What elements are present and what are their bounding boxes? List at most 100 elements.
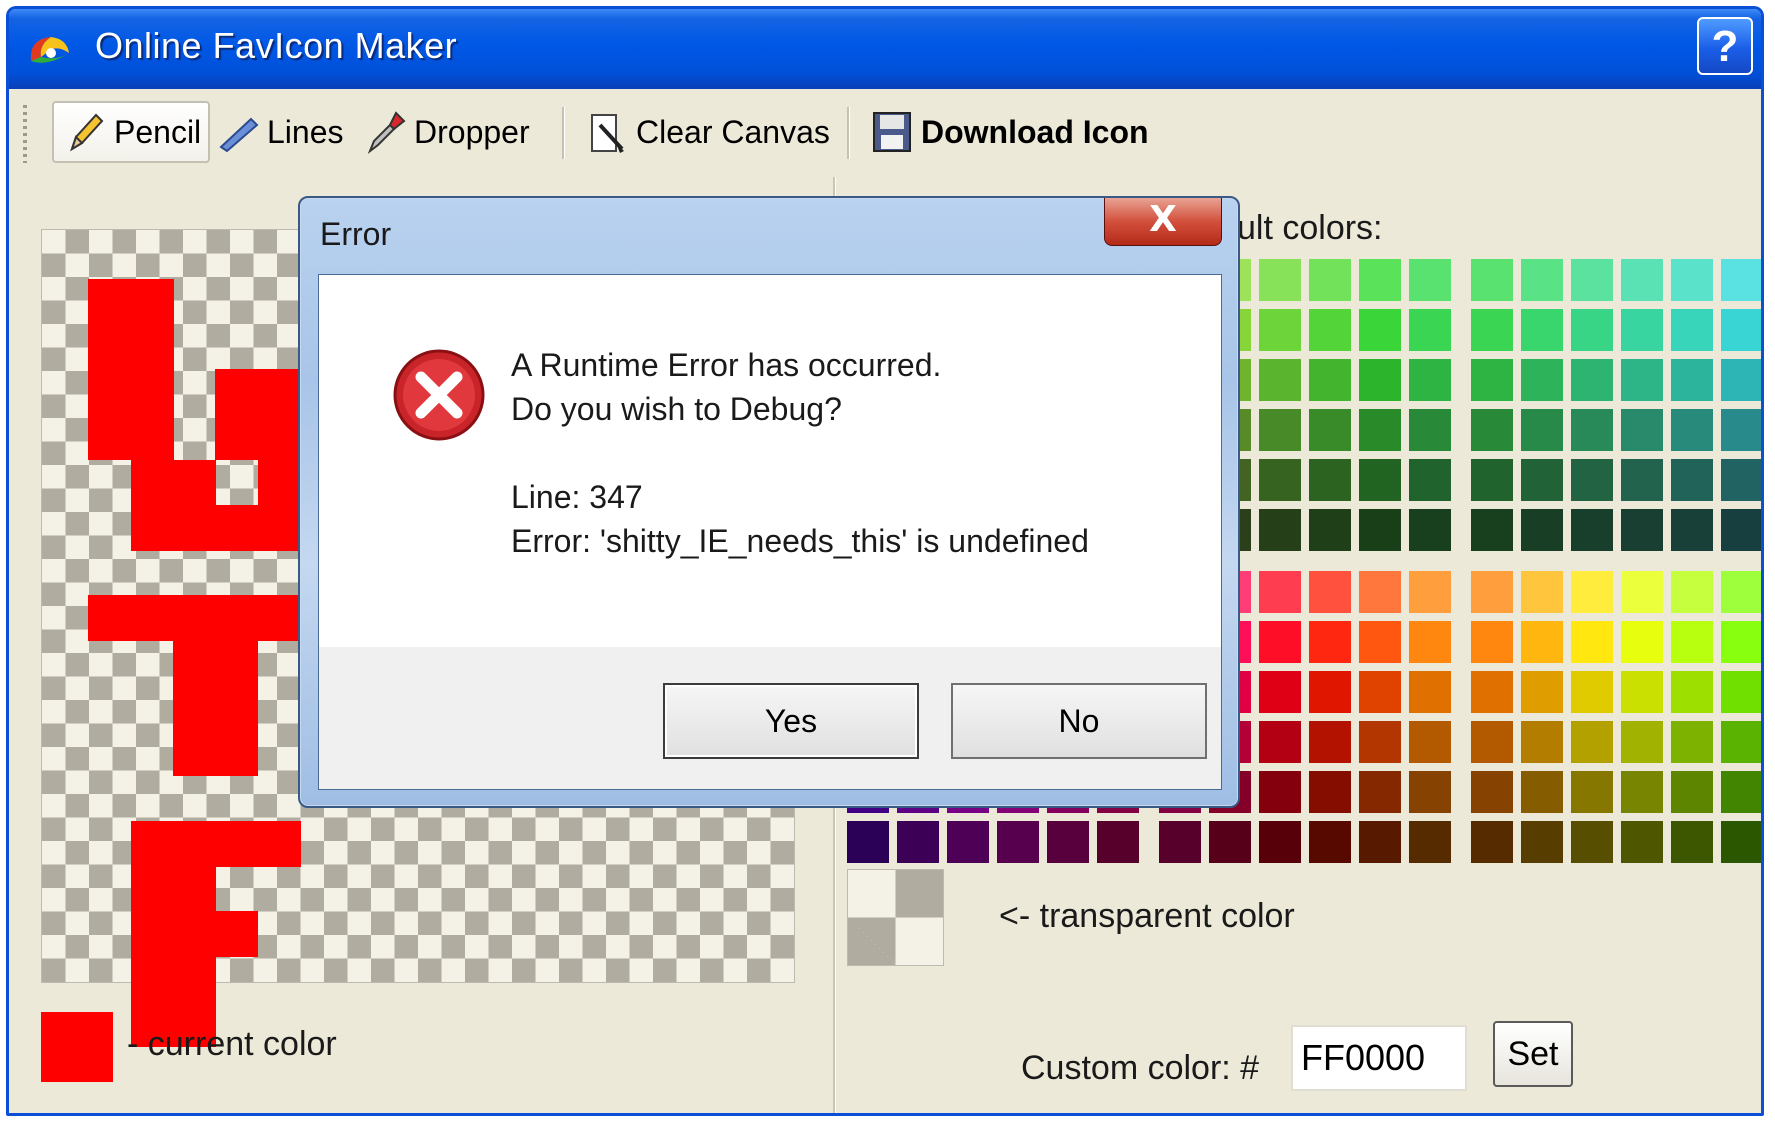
palette-color-cell[interactable]	[1671, 359, 1713, 401]
palette-color-cell[interactable]	[1471, 671, 1513, 713]
toolbar-grip[interactable]	[23, 105, 27, 163]
palette-color-cell[interactable]	[1721, 671, 1761, 713]
palette-color-cell[interactable]	[1521, 259, 1563, 301]
palette-color-cell[interactable]	[1409, 571, 1451, 613]
palette-color-cell[interactable]	[1409, 359, 1451, 401]
custom-color-input[interactable]	[1291, 1025, 1467, 1091]
palette-color-cell[interactable]	[1409, 721, 1451, 763]
palette-color-cell[interactable]	[1359, 259, 1401, 301]
palette-color-cell[interactable]	[1521, 771, 1563, 813]
palette-color-cell[interactable]	[1621, 671, 1663, 713]
palette-color-cell[interactable]	[1309, 259, 1351, 301]
palette-color-cell[interactable]	[1259, 671, 1301, 713]
palette-color-cell[interactable]	[1309, 671, 1351, 713]
palette-color-cell[interactable]	[1159, 821, 1201, 863]
palette-color-cell[interactable]	[1359, 821, 1401, 863]
palette-color-cell[interactable]	[1721, 509, 1761, 551]
palette-color-cell[interactable]	[1521, 509, 1563, 551]
set-color-button[interactable]: Set	[1493, 1021, 1573, 1087]
title-bar[interactable]: Online FavIcon Maker ?	[9, 9, 1761, 89]
palette-color-cell[interactable]	[1359, 721, 1401, 763]
palette-color-cell[interactable]	[1471, 621, 1513, 663]
no-button[interactable]: No	[951, 683, 1207, 759]
palette-color-cell[interactable]	[1721, 621, 1761, 663]
palette-color-cell[interactable]	[1409, 309, 1451, 351]
palette-color-cell[interactable]	[1571, 771, 1613, 813]
palette-color-cell[interactable]	[1097, 821, 1139, 863]
palette-color-cell[interactable]	[1721, 409, 1761, 451]
palette-color-cell[interactable]	[1259, 821, 1301, 863]
palette-color-cell[interactable]	[1671, 509, 1713, 551]
palette-color-cell[interactable]	[1409, 409, 1451, 451]
palette-color-cell[interactable]	[1621, 309, 1663, 351]
palette-color-cell[interactable]	[1721, 259, 1761, 301]
palette-color-cell[interactable]	[947, 821, 989, 863]
palette-color-cell[interactable]	[1521, 409, 1563, 451]
palette-color-cell[interactable]	[1621, 459, 1663, 501]
palette-color-cell[interactable]	[1571, 721, 1613, 763]
palette-color-cell[interactable]	[1521, 821, 1563, 863]
palette-color-cell[interactable]	[1571, 821, 1613, 863]
palette-color-cell[interactable]	[1471, 771, 1513, 813]
dialog-close-button[interactable]: X	[1104, 198, 1222, 246]
palette-color-cell[interactable]	[1621, 359, 1663, 401]
palette-color-cell[interactable]	[1721, 309, 1761, 351]
yes-button[interactable]: Yes	[663, 683, 919, 759]
palette-color-cell[interactable]	[1359, 571, 1401, 613]
palette-color-cell[interactable]	[1521, 721, 1563, 763]
palette-color-cell[interactable]	[1471, 821, 1513, 863]
palette-color-cell[interactable]	[847, 821, 889, 863]
download-icon-button[interactable]: Download Icon	[871, 101, 1149, 163]
palette-color-cell[interactable]	[1259, 309, 1301, 351]
palette-color-cell[interactable]	[1621, 509, 1663, 551]
palette-color-cell[interactable]	[1571, 509, 1613, 551]
palette-color-cell[interactable]	[1259, 409, 1301, 451]
palette-color-cell[interactable]	[1521, 459, 1563, 501]
palette-color-cell[interactable]	[1671, 409, 1713, 451]
palette-color-cell[interactable]	[1621, 409, 1663, 451]
palette-color-cell[interactable]	[1571, 671, 1613, 713]
palette-color-cell[interactable]	[1721, 459, 1761, 501]
palette-color-cell[interactable]	[1471, 459, 1513, 501]
palette-color-cell[interactable]	[1671, 621, 1713, 663]
palette-color-cell[interactable]	[1721, 571, 1761, 613]
palette-color-cell[interactable]	[997, 821, 1039, 863]
palette-color-cell[interactable]	[1409, 671, 1451, 713]
palette-color-cell[interactable]	[1721, 721, 1761, 763]
palette-color-cell[interactable]	[1359, 771, 1401, 813]
palette-color-cell[interactable]	[1621, 721, 1663, 763]
palette-color-cell[interactable]	[1571, 621, 1613, 663]
palette-color-cell[interactable]	[1359, 409, 1401, 451]
palette-color-cell[interactable]	[1409, 259, 1451, 301]
palette-color-cell[interactable]	[1671, 309, 1713, 351]
palette-color-cell[interactable]	[1259, 509, 1301, 551]
palette-color-cell[interactable]	[1309, 621, 1351, 663]
palette-color-cell[interactable]	[1521, 359, 1563, 401]
palette-color-cell[interactable]	[1409, 459, 1451, 501]
palette-color-cell[interactable]	[1209, 821, 1251, 863]
palette-color-cell[interactable]	[1621, 259, 1663, 301]
palette-color-cell[interactable]	[1309, 721, 1351, 763]
palette-color-cell[interactable]	[1471, 309, 1513, 351]
palette-color-cell[interactable]	[1571, 571, 1613, 613]
palette-color-cell[interactable]	[1621, 771, 1663, 813]
palette-color-cell[interactable]	[1047, 821, 1089, 863]
palette-color-cell[interactable]	[1359, 621, 1401, 663]
palette-color-cell[interactable]	[1471, 721, 1513, 763]
palette-color-cell[interactable]	[1721, 771, 1761, 813]
palette-color-cell[interactable]	[1259, 459, 1301, 501]
palette-color-cell[interactable]	[1409, 821, 1451, 863]
palette-color-cell[interactable]	[1621, 571, 1663, 613]
palette-color-cell[interactable]	[1571, 459, 1613, 501]
palette-color-cell[interactable]	[1621, 821, 1663, 863]
palette-color-cell[interactable]	[1671, 771, 1713, 813]
palette-color-cell[interactable]	[1671, 721, 1713, 763]
palette-color-cell[interactable]	[1671, 671, 1713, 713]
palette-color-cell[interactable]	[1471, 409, 1513, 451]
palette-color-cell[interactable]	[1259, 571, 1301, 613]
palette-color-cell[interactable]	[1309, 771, 1351, 813]
palette-color-cell[interactable]	[1259, 621, 1301, 663]
palette-color-cell[interactable]	[1359, 671, 1401, 713]
palette-color-cell[interactable]	[1309, 459, 1351, 501]
palette-color-cell[interactable]	[1309, 409, 1351, 451]
